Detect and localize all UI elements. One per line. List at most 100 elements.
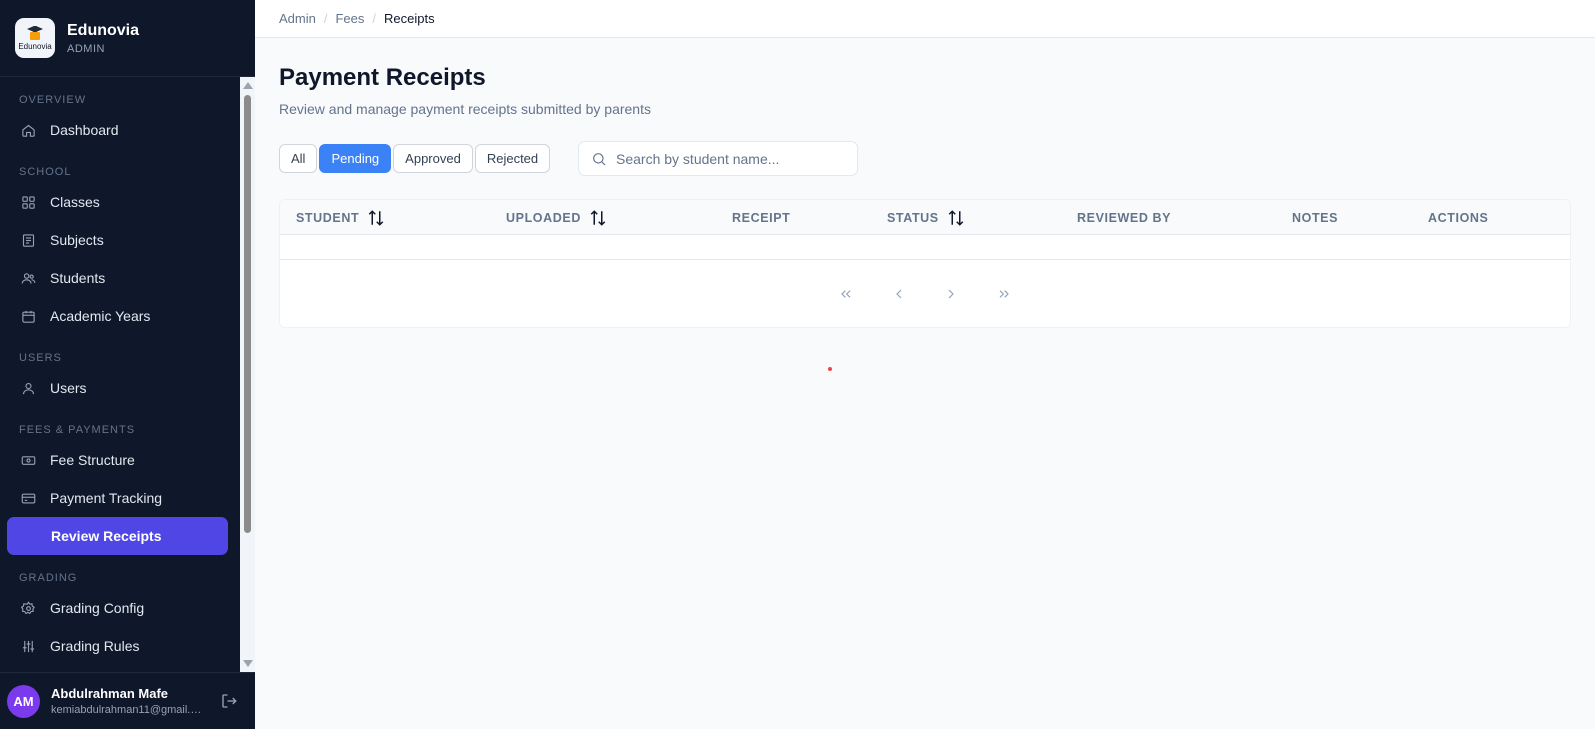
graduation-cap-icon (26, 25, 44, 40)
receipts-table: STUDENT UPLOADED RECEIPT STATUS REVIEWED… (279, 199, 1571, 328)
avatar[interactable]: AM (7, 684, 40, 718)
column-header-receipt: RECEIPT (732, 200, 790, 235)
column-header-notes: NOTES (1292, 200, 1338, 235)
sidebar-item-label: Academic Years (50, 308, 151, 324)
sidebar-scrollbar[interactable] (240, 77, 255, 672)
sliders-icon (22, 640, 35, 652)
search-input[interactable] (616, 150, 846, 167)
filter-rejected-button[interactable]: Rejected (474, 144, 551, 173)
user-email: kemiabdulrahman11@gmail.com (51, 704, 206, 716)
sidebar-item-users[interactable]: Users (7, 369, 228, 407)
chevron-left-icon (896, 289, 902, 298)
users-icon (21, 272, 36, 284)
table-body-empty (280, 235, 1570, 260)
sidebar-item-label: Dashboard (50, 122, 119, 138)
sidebar-item-academic-years[interactable]: Academic Years (7, 297, 228, 335)
column-label: STUDENT (296, 210, 360, 225)
page-title: Payment Receipts (279, 64, 486, 91)
breadcrumb-item-receipts: Receipts (384, 11, 435, 26)
breadcrumb: Admin / Fees / Receipts (255, 0, 1595, 38)
breadcrumb-item-fees[interactable]: Fees (335, 11, 364, 26)
search-icon (593, 152, 606, 165)
logout-button[interactable] (220, 692, 238, 710)
loading-dot (828, 367, 832, 371)
logo-text: Edunovia (18, 41, 52, 51)
nav-section-title: FEES & PAYMENTS (19, 424, 136, 436)
sidebar-item-classes[interactable]: Classes (7, 183, 228, 221)
book-icon (22, 233, 35, 247)
sidebar-item-label: Users (50, 380, 87, 396)
user-profile: AM Abdulrahman Mafe kemiabdulrahman11@gm… (0, 672, 255, 729)
sidebar-item-label: Grading Config (50, 600, 145, 616)
search-box (578, 141, 858, 176)
sidebar-item-grading-config[interactable]: Grading Config (7, 589, 228, 627)
gear-icon (21, 600, 35, 614)
sidebar-item-label: Fee Structure (50, 452, 135, 468)
chevrons-left-icon (841, 289, 851, 298)
user-icon (22, 382, 35, 394)
sidebar-item-label: Grading Rules (50, 638, 140, 654)
column-header-actions: ACTIONS (1428, 200, 1488, 235)
user-name: Abdulrahman Mafe (51, 686, 169, 701)
scroll-up-arrow-icon[interactable] (243, 82, 253, 89)
sidebar-item-grading-rules[interactable]: Grading Rules (7, 627, 228, 665)
sidebar-item-review-receipts[interactable]: Review Receipts (7, 517, 228, 555)
sidebar-item-payment-tracking[interactable]: Payment Tracking (7, 479, 228, 517)
chevrons-right-icon (999, 289, 1009, 298)
nav-section-title: GRADING (19, 572, 78, 584)
brand-role: ADMIN (67, 42, 105, 55)
breadcrumb-separator: / (372, 11, 377, 26)
logout-icon (222, 694, 237, 708)
next-page-button[interactable] (936, 280, 966, 307)
first-page-button[interactable] (831, 280, 861, 307)
column-header-student[interactable]: STUDENT (296, 200, 385, 235)
filter-approved-button[interactable]: Approved (393, 144, 473, 173)
nav-section-title: OVERVIEW (19, 94, 87, 106)
sort-icon[interactable] (367, 209, 385, 227)
last-page-button[interactable] (989, 280, 1019, 307)
column-header-status[interactable]: STATUS (887, 200, 965, 235)
chevron-right-icon (948, 289, 954, 298)
sidebar-item-label: Students (50, 270, 106, 286)
brand: Edunovia Edunovia ADMIN (0, 0, 255, 77)
sidebar: Edunovia Edunovia ADMIN OVERVIEW Dashboa… (0, 0, 255, 729)
banknote-icon (21, 455, 36, 465)
column-header-uploaded[interactable]: UPLOADED (506, 200, 607, 235)
column-label: UPLOADED (506, 210, 581, 225)
logo: Edunovia (15, 18, 55, 58)
column-label: STATUS (887, 210, 939, 225)
credit-card-icon (21, 493, 36, 503)
sort-icon[interactable] (589, 209, 607, 227)
sidebar-item-label: Payment Tracking (50, 490, 163, 506)
sidebar-item-label: Classes (50, 194, 100, 210)
page-subtitle: Review and manage payment receipts submi… (279, 101, 651, 117)
sidebar-item-dashboard[interactable]: Dashboard (7, 111, 228, 149)
sidebar-item-label: Subjects (50, 232, 104, 248)
column-header-reviewed-by: REVIEWED BY (1077, 200, 1171, 235)
nav-section-title: SCHOOL (19, 166, 72, 178)
scroll-down-arrow-icon[interactable] (243, 660, 253, 667)
breadcrumb-separator: / (323, 11, 328, 26)
sidebar-item-subjects[interactable]: Subjects (7, 221, 228, 259)
sidebar-item-students[interactable]: Students (7, 259, 228, 297)
home-icon (22, 124, 35, 137)
pagination (280, 280, 1570, 307)
calendar-icon (22, 310, 35, 323)
filter-pending-button[interactable]: Pending (319, 144, 392, 173)
column-label: ACTIONS (1428, 210, 1489, 225)
sidebar-item-label: Review Receipts (51, 528, 162, 544)
status-filter: All Pending Approved Rejected (279, 144, 552, 173)
sidebar-nav: OVERVIEW Dashboard SCHOOL Classes Subjec… (0, 77, 240, 672)
filter-all-button[interactable]: All (279, 144, 318, 173)
column-label: RECEIPT (732, 210, 791, 225)
sort-icon[interactable] (947, 209, 965, 227)
scroll-thumb[interactable] (244, 95, 251, 533)
previous-page-button[interactable] (884, 280, 914, 307)
column-label: REVIEWED BY (1077, 210, 1172, 225)
breadcrumb-item-admin[interactable]: Admin (279, 11, 316, 26)
column-label: NOTES (1292, 210, 1339, 225)
brand-name: Edunovia (67, 21, 140, 39)
sidebar-item-fee-structure[interactable]: Fee Structure (7, 441, 228, 479)
nav-section-title: USERS (19, 352, 62, 364)
grid-icon (22, 195, 35, 209)
